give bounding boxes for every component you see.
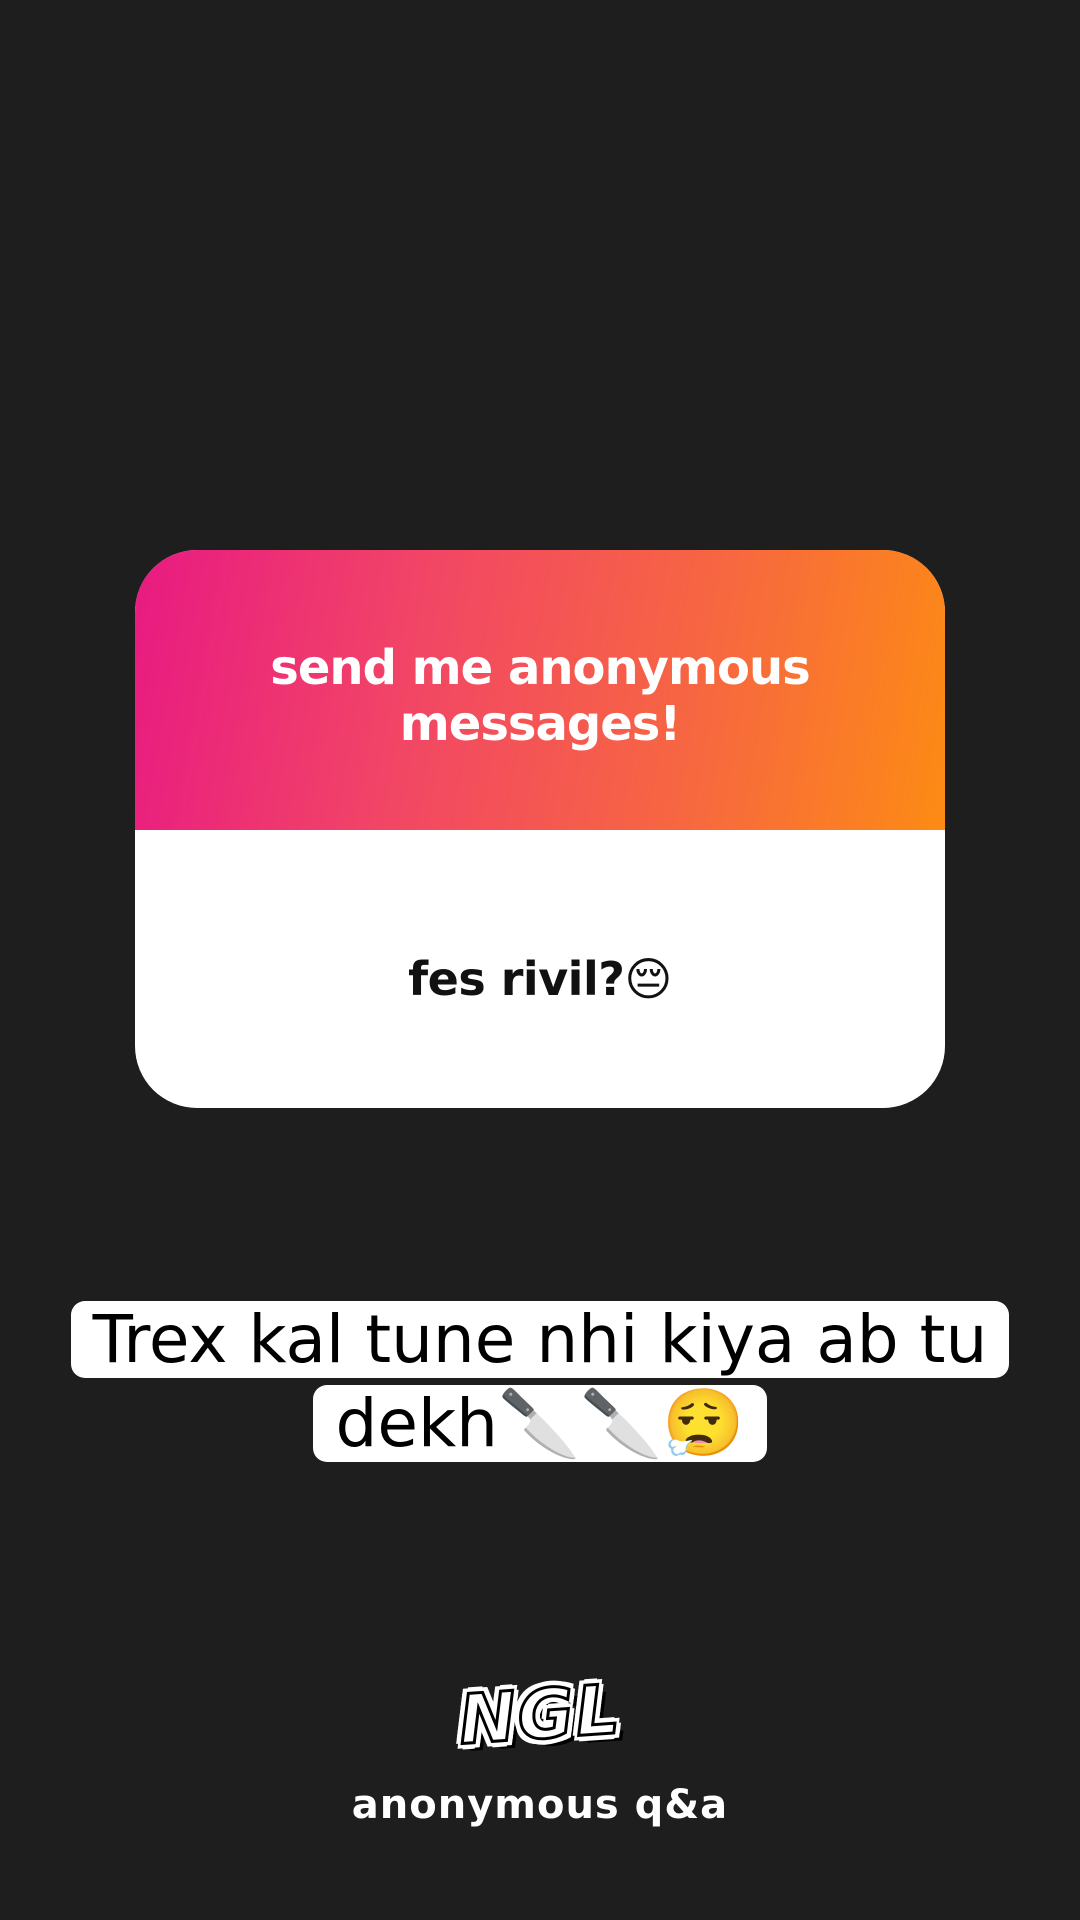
ngl-logo: NGL xyxy=(0,1669,1080,1762)
question-card: send me anonymous messages! fes rivil?😔 xyxy=(135,550,945,1108)
question-card-body: fes rivil?😔 xyxy=(135,830,945,1108)
anonymous-question: fes rivil?😔 xyxy=(408,952,672,1006)
question-card-prompt: send me anonymous messages! xyxy=(270,640,810,752)
reply-caption[interactable]: Trex kal tune nhi kiya ab tu dekh🔪🔪😮‍💨 xyxy=(0,1298,1080,1466)
reply-caption-text: Trex kal tune nhi kiya ab tu dekh🔪🔪😮‍💨 xyxy=(70,1301,1010,1462)
question-card-header: send me anonymous messages! xyxy=(135,550,945,830)
ngl-logo-text: NGL xyxy=(455,1669,625,1762)
ngl-tagline: anonymous q&a xyxy=(351,1782,729,1828)
